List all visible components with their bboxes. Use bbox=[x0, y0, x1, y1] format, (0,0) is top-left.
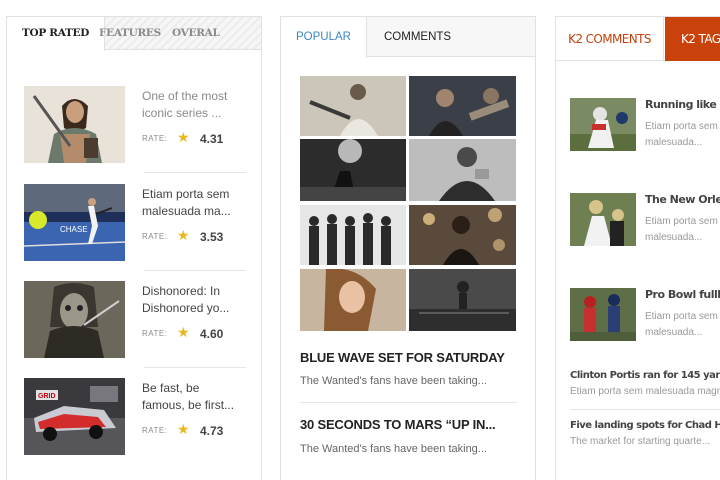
gallery-image[interactable] bbox=[300, 76, 406, 136]
tab-k2-tags[interactable]: K2 TAGS bbox=[665, 17, 720, 61]
star-icon: ★ bbox=[177, 421, 190, 437]
popular-tabs: POPULAR COMMENTS bbox=[281, 17, 535, 58]
game-thumbnail[interactable]: CHASE bbox=[24, 184, 125, 261]
gallery-image[interactable] bbox=[409, 139, 516, 201]
article-excerpt: Etiam porta sem malesuada... bbox=[645, 216, 718, 243]
item-title[interactable]: One of the most iconic series ... bbox=[142, 88, 242, 122]
article-title[interactable]: Clinton Portis ran for 145 yards an... bbox=[570, 370, 720, 381]
rating-tabs: TOP RATED FEATURES OVERAL bbox=[7, 17, 261, 51]
article-title[interactable]: Running like mac bbox=[645, 98, 720, 111]
item-title[interactable]: Etiam porta sem malesuada ma... bbox=[142, 186, 242, 220]
tab-comments[interactable]: COMMENTS bbox=[384, 17, 451, 57]
article-excerpt: Etiam porta sem malesuada... bbox=[645, 311, 718, 338]
post-excerpt: The Wanted's fans have been taking... bbox=[300, 443, 487, 455]
tab-top-rated[interactable]: TOP RATED bbox=[7, 17, 106, 51]
divider bbox=[144, 172, 246, 173]
divider bbox=[300, 402, 517, 403]
gallery-image[interactable] bbox=[409, 76, 516, 136]
tab-k2-comments[interactable]: K2 COMMENTS bbox=[556, 17, 664, 61]
star-icon: ★ bbox=[177, 129, 190, 145]
star-icon: ★ bbox=[177, 324, 190, 340]
post-excerpt: The Wanted's fans have been taking... bbox=[300, 375, 487, 387]
item-title[interactable]: Dishonored: In Dishonored yo... bbox=[142, 283, 242, 317]
game-thumbnail[interactable] bbox=[24, 281, 125, 358]
rate-label: RATE: bbox=[142, 134, 168, 143]
divider bbox=[144, 367, 246, 368]
article-thumbnail[interactable] bbox=[570, 288, 636, 341]
rating-score: 4.31 bbox=[200, 132, 224, 146]
divider bbox=[570, 409, 720, 410]
list-item[interactable]: GRID Be fast, be famous, be first... RAT… bbox=[23, 378, 245, 458]
gallery-image[interactable] bbox=[300, 269, 406, 331]
list-item[interactable]: CHASE Etiam porta sem malesuada ma... RA… bbox=[23, 184, 245, 264]
rate-label: RATE: bbox=[142, 426, 168, 435]
svg-text:GRID: GRID bbox=[38, 393, 56, 400]
k2-widget: K2 COMMENTS K2 TAGS Running like mac Eti… bbox=[555, 16, 720, 480]
k2-tabs: K2 COMMENTS K2 TAGS bbox=[556, 17, 720, 61]
article-title[interactable]: Five landing spots for Chad Henne 'f bbox=[570, 420, 720, 431]
rating-score: 4.60 bbox=[200, 327, 224, 341]
list-item[interactable]: Clinton Portis ran for 145 yards an... E… bbox=[570, 370, 720, 397]
article-excerpt: The market for starting quarte... bbox=[570, 436, 711, 447]
tab-overal[interactable]: OVERAL bbox=[172, 17, 220, 50]
gallery-image[interactable] bbox=[409, 205, 516, 265]
item-title[interactable]: Be fast, be famous, be first... bbox=[142, 380, 242, 414]
list-item[interactable]: Five landing spots for Chad Henne 'f The… bbox=[570, 420, 720, 447]
list-item[interactable]: Dishonored: In Dishonored yo... RATE: ★ … bbox=[23, 281, 245, 361]
article-excerpt: Etiam porta sem malesuada magna m... bbox=[570, 386, 720, 397]
list-item[interactable]: One of the most iconic series ... RATE: … bbox=[23, 86, 245, 166]
gallery-image[interactable] bbox=[409, 269, 516, 331]
rate-label: RATE: bbox=[142, 329, 168, 338]
svg-text:CHASE: CHASE bbox=[60, 225, 88, 234]
rating-score: 4.73 bbox=[200, 424, 224, 438]
game-thumbnail[interactable] bbox=[24, 86, 125, 163]
article-excerpt: Etiam porta sem malesuada... bbox=[645, 121, 718, 148]
gallery-image[interactable] bbox=[300, 139, 406, 201]
article-title[interactable]: Pro Bowl fullbac bbox=[645, 288, 720, 301]
game-thumbnail[interactable]: GRID bbox=[24, 378, 125, 455]
star-icon: ★ bbox=[177, 227, 190, 243]
post-title[interactable]: BLUE WAVE SET FOR SATURDAY bbox=[300, 350, 520, 365]
article-title[interactable]: The New Orleans bbox=[645, 193, 720, 206]
rating-score: 3.53 bbox=[200, 230, 224, 244]
article-thumbnail[interactable] bbox=[570, 193, 636, 246]
rate-label: RATE: bbox=[142, 232, 168, 241]
tab-features[interactable]: FEATURES bbox=[99, 17, 161, 50]
top-rated-widget: TOP RATED FEATURES OVERAL One of the mos… bbox=[6, 16, 262, 480]
divider bbox=[144, 270, 246, 271]
post-title[interactable]: 30 SECONDS TO MARS “UP IN... bbox=[300, 417, 520, 432]
gallery-image[interactable] bbox=[300, 205, 406, 265]
article-thumbnail[interactable] bbox=[570, 98, 636, 151]
popular-widget: POPULAR COMMENTS BLUE WAVE SET FOR SATUR… bbox=[280, 16, 536, 480]
tab-popular[interactable]: POPULAR bbox=[281, 17, 367, 58]
